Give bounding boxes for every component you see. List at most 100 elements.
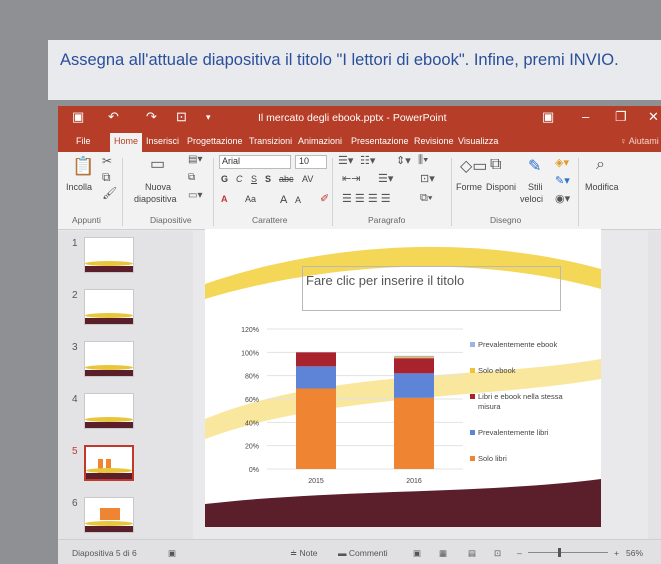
tab-design[interactable]: Progettazione: [187, 136, 243, 146]
stacked-bar-chart[interactable]: 0% 20% 40% 60% 80% 100% 120% 2015 2016 Prevalente…: [205, 229, 601, 527]
smartart-icon[interactable]: ⧉▾: [420, 192, 432, 205]
font-name-box[interactable]: Arial: [219, 155, 291, 169]
line-spacing-icon[interactable]: ⇕▾: [396, 154, 411, 167]
new-slide-icon[interactable]: ▭: [150, 154, 165, 174]
slide-canvas[interactable]: Fare clic per inserire il titolo 0% 20% 40…: [205, 229, 601, 527]
layout-icon[interactable]: ▤▾: [188, 154, 202, 165]
tab-transitions[interactable]: Transizioni: [249, 136, 292, 146]
strikethrough-button[interactable]: abc: [279, 174, 294, 184]
shadow-button[interactable]: S: [265, 174, 271, 184]
text-direction-icon[interactable]: ⫼▾: [418, 154, 428, 167]
slide-number: 1: [72, 238, 78, 249]
paste-button[interactable]: Incolla: [66, 182, 92, 192]
slide-number: 4: [72, 394, 78, 405]
legend-label: Solo ebook: [478, 366, 516, 375]
instruction-bar: [48, 40, 661, 100]
bold-button[interactable]: G: [221, 174, 228, 184]
shrink-font-button[interactable]: A: [295, 195, 301, 205]
slide-thumbnail-2[interactable]: [84, 289, 134, 325]
start-slideshow-icon[interactable]: ⊡: [176, 109, 187, 125]
arrange-icon[interactable]: ⧉: [490, 156, 501, 174]
cut-icon[interactable]: ✂: [102, 154, 112, 168]
slide-thumbnail-3[interactable]: [84, 341, 134, 377]
find-icon[interactable]: ⌕: [596, 156, 605, 174]
zoom-in-icon[interactable]: +: [614, 548, 619, 558]
status-bar: Diapositiva 5 di 6 ▣ ≐ Note ▬ Commenti ▣…: [58, 539, 661, 564]
paste-icon[interactable]: 📋: [72, 156, 94, 177]
vertical-scrollbar[interactable]: [648, 231, 661, 539]
close-icon[interactable]: ✕: [648, 109, 659, 125]
font-size-box[interactable]: 10: [295, 155, 327, 169]
zoom-slider[interactable]: [528, 552, 608, 553]
slide-thumbnail-6[interactable]: [84, 497, 134, 533]
grow-font-button[interactable]: A: [280, 194, 287, 206]
underline-button[interactable]: S: [251, 174, 257, 184]
tab-home[interactable]: Home: [110, 133, 143, 152]
comments-label: Commenti: [348, 548, 388, 558]
y-tick-label: 20%: [245, 444, 259, 451]
undo-icon[interactable]: ↶: [108, 109, 119, 125]
copy-icon[interactable]: ⧉: [102, 170, 111, 185]
x-tick-label: 2016: [406, 478, 422, 485]
columns-icon[interactable]: ☰▾: [378, 172, 393, 185]
quick-styles-label-1[interactable]: Stili: [528, 182, 543, 192]
char-spacing-button[interactable]: AV: [302, 174, 313, 184]
bullets-icon[interactable]: ☰▾: [338, 154, 353, 167]
quick-styles-label-2[interactable]: veloci: [520, 194, 543, 204]
tab-animations[interactable]: Animazioni: [298, 136, 342, 146]
slide-number: 3: [72, 342, 78, 353]
ribbon-tabs: File Home Inserisci Progettazione Transi…: [58, 130, 661, 152]
tab-view[interactable]: Visualizza: [458, 136, 498, 146]
slide-sorter-icon[interactable]: ▦: [439, 548, 447, 559]
shape-outline-icon[interactable]: ✎▾: [555, 174, 570, 187]
zoom-level[interactable]: 56%: [626, 548, 643, 558]
italic-button[interactable]: C: [236, 174, 243, 184]
slide-thumbnail-5[interactable]: [84, 445, 134, 481]
format-painter-icon[interactable]: 🖌: [102, 186, 117, 200]
tab-slideshow[interactable]: Presentazione: [351, 136, 409, 146]
reset-icon[interactable]: ⧉: [188, 172, 195, 183]
slide-thumbnail-4[interactable]: [84, 393, 134, 429]
clear-format-icon[interactable]: ✐: [320, 192, 329, 205]
new-slide-label-1[interactable]: Nuova: [145, 182, 171, 192]
indent-icon[interactable]: ⇤⇥: [342, 172, 360, 185]
tab-file[interactable]: File: [76, 136, 91, 146]
redo-icon[interactable]: ↷: [146, 109, 157, 125]
shapes-gallery-icon[interactable]: ◇▭: [460, 156, 487, 176]
shape-effects-icon[interactable]: ◉▾: [555, 192, 570, 205]
zoom-out-icon[interactable]: –: [517, 548, 522, 558]
ribbon-home: 📋 Incolla ✂ ⧉ 🖌 ▭ Nuova diapositiva ▤▾ ⧉…: [58, 152, 661, 230]
shapes-button[interactable]: Forme: [456, 182, 482, 192]
customize-toolbar-icon[interactable]: ▾: [206, 112, 211, 123]
align-text-icon[interactable]: ⊡▾: [420, 172, 435, 185]
tab-review[interactable]: Revisione: [414, 136, 454, 146]
alignment-icons[interactable]: ☰ ☰ ☰ ☰: [342, 192, 391, 205]
slideshow-view-icon[interactable]: ⊡: [494, 548, 501, 559]
arrange-button[interactable]: Disponi: [486, 182, 516, 192]
comments-button[interactable]: ▬ Commenti: [338, 548, 388, 558]
font-color-button[interactable]: A: [221, 194, 228, 204]
new-slide-label-2[interactable]: diapositiva: [134, 194, 177, 204]
zoom-slider-thumb[interactable]: [558, 548, 561, 557]
legend-swatch: [470, 342, 475, 347]
slide-thumbnail-1[interactable]: [84, 237, 134, 273]
notes-button[interactable]: ≐ Note: [290, 548, 317, 559]
change-case-button[interactable]: Aa: [245, 194, 256, 204]
edit-button[interactable]: Modifica: [585, 182, 619, 192]
save-icon[interactable]: ▣: [72, 109, 84, 125]
reading-view-icon[interactable]: ▤: [468, 548, 476, 559]
tell-me-box[interactable]: ♀ Aiutami: [620, 136, 659, 146]
spellcheck-icon[interactable]: ▣: [168, 548, 176, 559]
tab-insert[interactable]: Inserisci: [146, 136, 179, 146]
section-icon[interactable]: ▭▾: [188, 190, 202, 201]
numbering-icon[interactable]: ☷▾: [360, 154, 375, 167]
bar-segment: [296, 388, 336, 469]
quick-styles-icon[interactable]: ✎: [528, 156, 541, 176]
minimize-icon[interactable]: –: [582, 109, 589, 124]
ribbon-display-icon[interactable]: ▣: [542, 109, 554, 125]
legend-swatch: [470, 430, 475, 435]
shape-fill-icon[interactable]: ◈▾: [555, 156, 569, 169]
normal-view-icon[interactable]: ▣: [413, 548, 421, 559]
restore-icon[interactable]: ❐: [615, 109, 627, 125]
y-tick-label: 80%: [245, 374, 259, 381]
